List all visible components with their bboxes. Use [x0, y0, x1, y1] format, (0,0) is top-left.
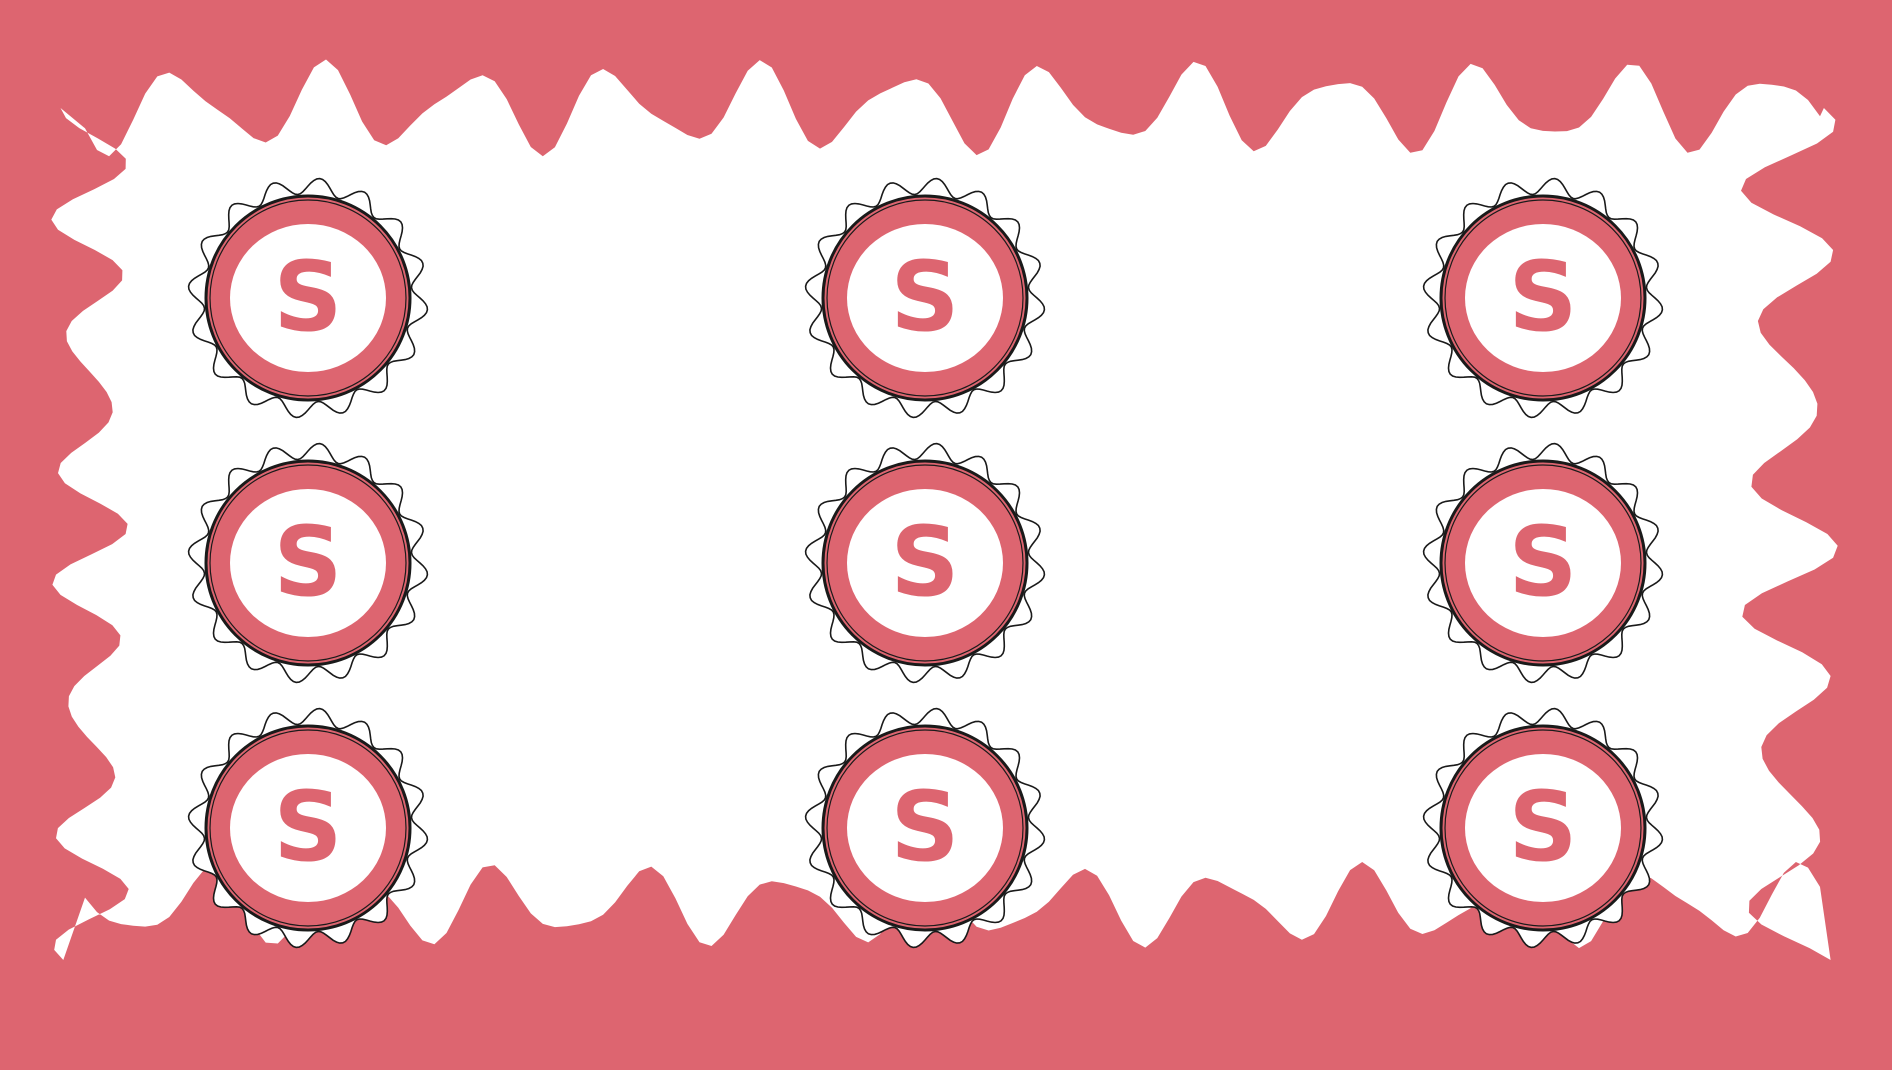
badge-letter: S: [1508, 506, 1577, 618]
board-canvas: S S S S S S S S S: [0, 0, 1892, 1070]
badge-letter: S: [1508, 241, 1577, 353]
badge-letter: S: [273, 241, 342, 353]
badge-letter: S: [890, 241, 959, 353]
badge-letter: S: [273, 506, 342, 618]
badge-letter: S: [1508, 771, 1577, 883]
badge-letter: S: [890, 771, 959, 883]
badge-letter: S: [273, 771, 342, 883]
wavy-frame-board: S S S S S S S S S: [0, 0, 1892, 1070]
badge-grid: S S S S S S S S S: [187, 177, 1664, 949]
badge-letter: S: [890, 506, 959, 618]
